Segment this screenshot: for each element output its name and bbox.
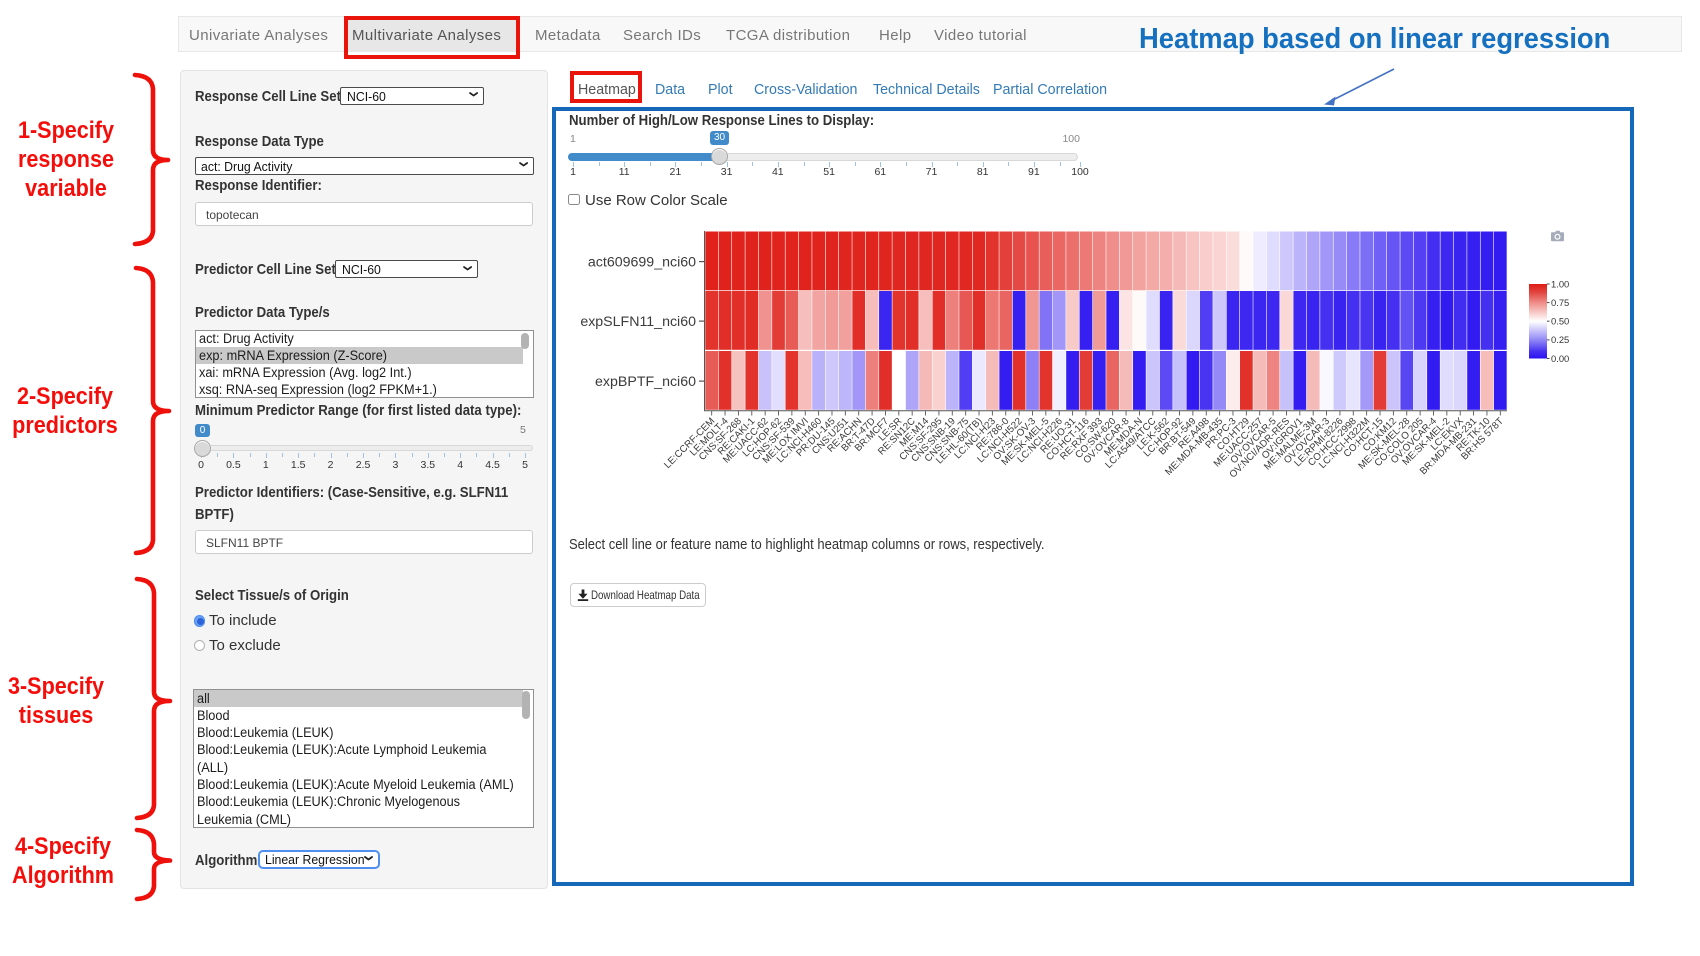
svg-text:0.50: 0.50 — [1551, 316, 1569, 327]
svg-text:expBPTF_nci60: expBPTF_nci60 — [595, 374, 696, 390]
svg-text:act609699_nci60: act609699_nci60 — [588, 255, 696, 271]
svg-text:1.00: 1.00 — [1551, 278, 1569, 289]
svg-text:0.75: 0.75 — [1551, 297, 1569, 308]
svg-text:0.25: 0.25 — [1551, 334, 1569, 345]
svg-text:0.00: 0.00 — [1551, 353, 1569, 364]
svg-text:expSLFN11_nci60: expSLFN11_nci60 — [580, 314, 696, 330]
